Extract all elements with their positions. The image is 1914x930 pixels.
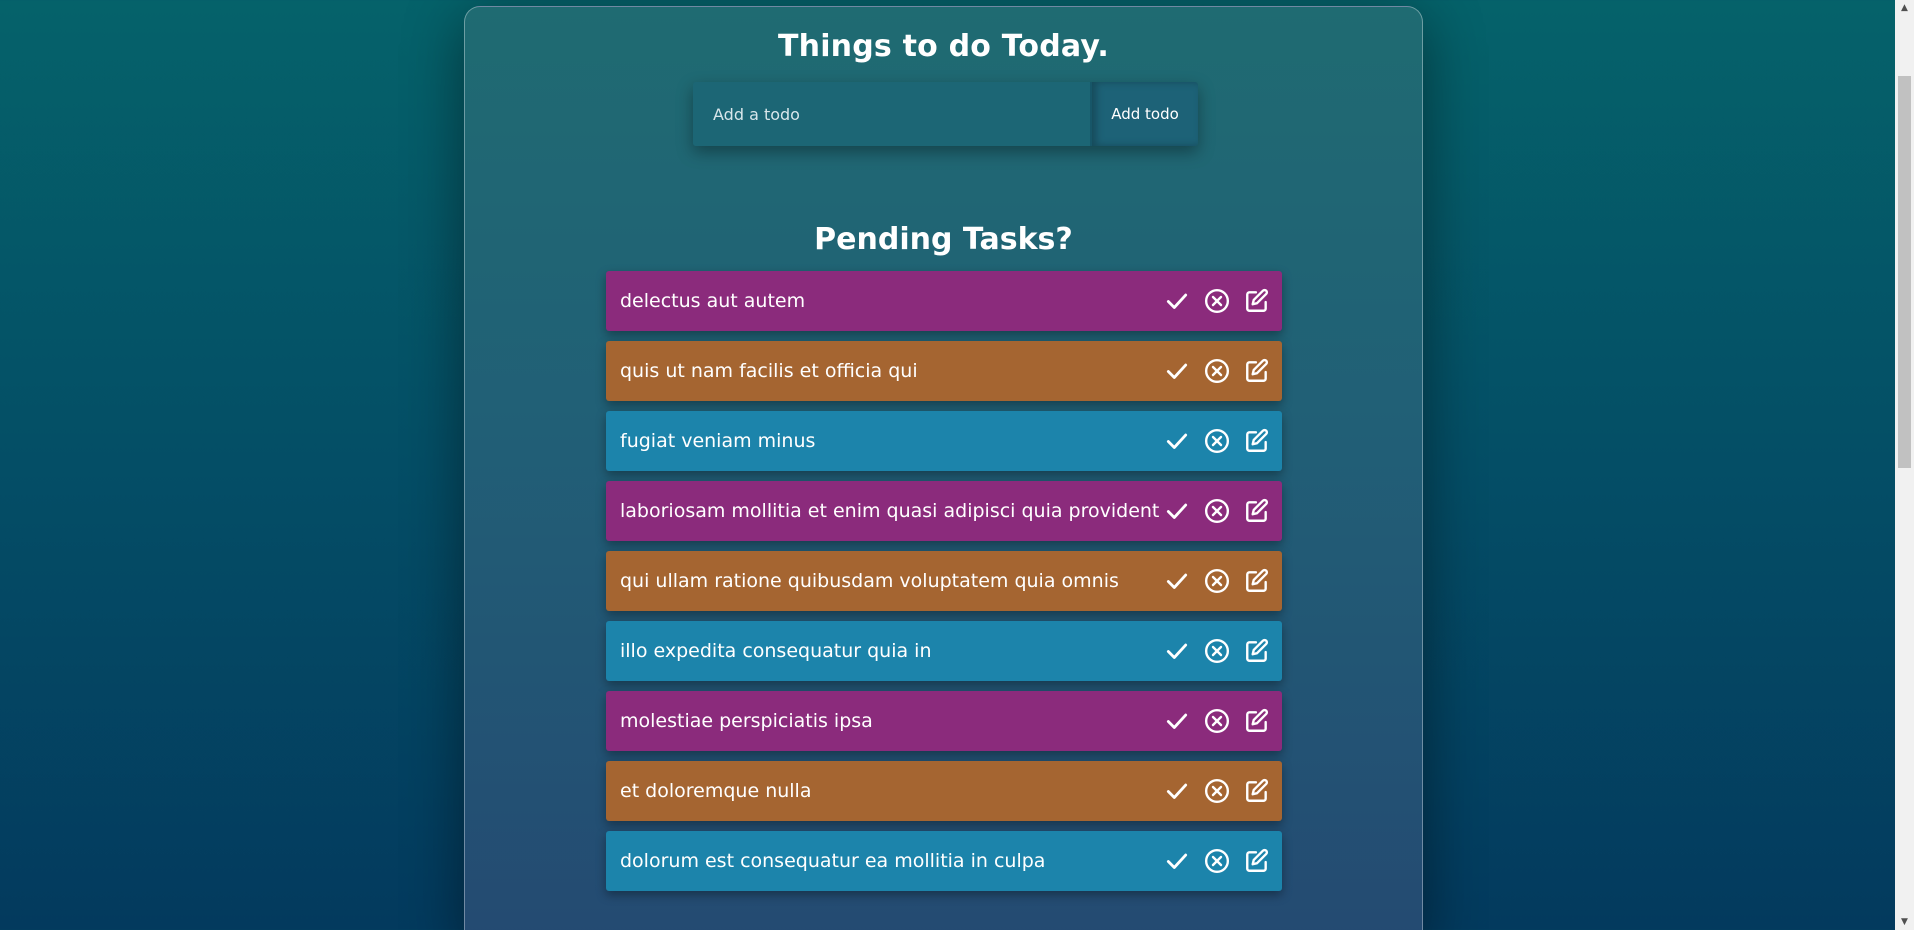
scroll-up-arrow-icon[interactable]: ▲ bbox=[1895, 0, 1914, 16]
circle-x-icon[interactable] bbox=[1202, 846, 1232, 876]
edit-icon[interactable] bbox=[1242, 846, 1272, 876]
circle-x-icon[interactable] bbox=[1202, 706, 1232, 736]
task-actions bbox=[1162, 356, 1272, 386]
task-actions bbox=[1162, 286, 1272, 316]
task-item: et doloremque nulla bbox=[606, 761, 1282, 821]
task-item: fugiat veniam minus bbox=[606, 411, 1282, 471]
check-icon[interactable] bbox=[1162, 496, 1192, 526]
circle-x-icon[interactable] bbox=[1202, 636, 1232, 666]
circle-x-icon[interactable] bbox=[1202, 566, 1232, 596]
check-icon[interactable] bbox=[1162, 706, 1192, 736]
task-text: fugiat veniam minus bbox=[620, 430, 816, 452]
task-list: delectus aut autem quis ut nam facilis e… bbox=[606, 271, 1282, 901]
task-item: delectus aut autem bbox=[606, 271, 1282, 331]
page-title: Things to do Today. bbox=[777, 29, 1110, 64]
edit-icon[interactable] bbox=[1242, 496, 1272, 526]
check-icon[interactable] bbox=[1162, 426, 1192, 456]
edit-icon[interactable] bbox=[1242, 706, 1272, 736]
edit-icon[interactable] bbox=[1242, 286, 1272, 316]
task-item: quis ut nam facilis et officia qui bbox=[606, 341, 1282, 401]
task-actions bbox=[1162, 706, 1272, 736]
vertical-scrollbar[interactable]: ▲ ▼ bbox=[1895, 0, 1914, 930]
check-icon[interactable] bbox=[1162, 846, 1192, 876]
task-item: dolorum est consequatur ea mollitia in c… bbox=[606, 831, 1282, 891]
edit-icon[interactable] bbox=[1242, 636, 1272, 666]
task-item: laboriosam mollitia et enim quasi adipis… bbox=[606, 481, 1282, 541]
circle-x-icon[interactable] bbox=[1202, 776, 1232, 806]
add-todo-button[interactable]: Add todo bbox=[1092, 82, 1198, 146]
task-actions bbox=[1162, 636, 1272, 666]
edit-icon[interactable] bbox=[1242, 566, 1272, 596]
check-icon[interactable] bbox=[1162, 566, 1192, 596]
task-item: molestiae perspiciatis ipsa bbox=[606, 691, 1282, 751]
todo-card: Things to do Today. Add todo Pending Tas… bbox=[464, 6, 1423, 930]
add-todo-input[interactable] bbox=[693, 82, 1092, 146]
task-actions bbox=[1162, 776, 1272, 806]
edit-icon[interactable] bbox=[1242, 356, 1272, 386]
task-text: molestiae perspiciatis ipsa bbox=[620, 710, 873, 732]
add-todo-form: Add todo bbox=[693, 82, 1198, 146]
task-text: qui ullam ratione quibusdam voluptatem q… bbox=[620, 570, 1119, 592]
edit-icon[interactable] bbox=[1242, 426, 1272, 456]
task-item: qui ullam ratione quibusdam voluptatem q… bbox=[606, 551, 1282, 611]
circle-x-icon[interactable] bbox=[1202, 496, 1232, 526]
task-text: quis ut nam facilis et officia qui bbox=[620, 360, 918, 382]
task-actions bbox=[1162, 846, 1272, 876]
check-icon[interactable] bbox=[1162, 776, 1192, 806]
task-actions bbox=[1162, 566, 1272, 596]
task-text: illo expedita consequatur quia in bbox=[620, 640, 932, 662]
task-text: et doloremque nulla bbox=[620, 780, 812, 802]
task-text: delectus aut autem bbox=[620, 290, 806, 312]
task-actions bbox=[1162, 496, 1272, 526]
edit-icon[interactable] bbox=[1242, 776, 1272, 806]
check-icon[interactable] bbox=[1162, 356, 1192, 386]
scroll-down-arrow-icon[interactable]: ▼ bbox=[1895, 914, 1914, 930]
check-icon[interactable] bbox=[1162, 636, 1192, 666]
task-actions bbox=[1162, 426, 1272, 456]
scrollbar-thumb[interactable] bbox=[1898, 76, 1911, 468]
circle-x-icon[interactable] bbox=[1202, 426, 1232, 456]
check-icon[interactable] bbox=[1162, 286, 1192, 316]
circle-x-icon[interactable] bbox=[1202, 286, 1232, 316]
circle-x-icon[interactable] bbox=[1202, 356, 1232, 386]
task-text: dolorum est consequatur ea mollitia in c… bbox=[620, 850, 1046, 872]
task-item: illo expedita consequatur quia in bbox=[606, 621, 1282, 681]
pending-tasks-heading: Pending Tasks? bbox=[814, 222, 1073, 257]
task-text: laboriosam mollitia et enim quasi adipis… bbox=[620, 500, 1162, 522]
